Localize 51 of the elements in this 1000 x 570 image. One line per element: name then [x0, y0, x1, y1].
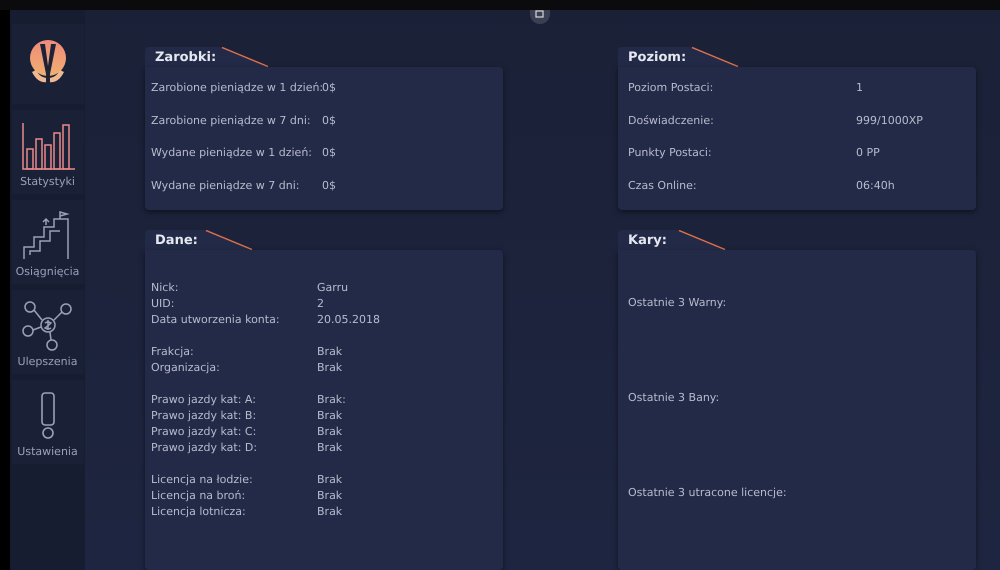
field-value: 0$	[322, 80, 336, 94]
field-label: Licencja na broń:	[151, 488, 246, 504]
field-value: Brak	[317, 488, 342, 504]
sidebar-item[interactable]: Statystyki	[12, 110, 84, 194]
panel-title: Kary:	[618, 230, 675, 250]
field-value: Brak	[317, 408, 342, 424]
panel-title: Poziom:	[618, 47, 688, 67]
field-value: 20.05.2018	[317, 312, 380, 328]
field-label: Poziom Postaci:	[628, 80, 714, 94]
field-value: Brak	[317, 472, 342, 488]
field-value: 0$	[322, 179, 336, 192]
field-label: Licencja na łodzie:	[151, 472, 254, 488]
field-value: 1	[856, 80, 863, 94]
field-value: 2	[317, 296, 324, 312]
field-value: 0$	[322, 146, 336, 160]
field-label: Prawo jazdy kat: A:	[151, 392, 257, 408]
field-label: Nick:	[151, 280, 180, 296]
section-label: Ostatnie 3 Bany:	[628, 391, 720, 404]
popout-icon[interactable]	[530, 10, 550, 24]
sidebar-item[interactable]: Ustawienia	[12, 380, 84, 464]
field-value: Brak	[317, 344, 342, 360]
field-label: Organizacja:	[151, 360, 221, 376]
field-value: Brak	[317, 440, 342, 456]
field-label: Prawo jazdy kat: B:	[151, 408, 258, 424]
field-value: 06:40h	[856, 179, 895, 192]
section-label: Ostatnie 3 Warny:	[628, 296, 728, 309]
field-label: Prawo jazdy kat: D:	[151, 440, 258, 456]
field-value: 0 PP	[856, 146, 880, 160]
field-value: 999/1000XP	[856, 114, 923, 127]
field-value: 0$	[322, 114, 336, 127]
sidebar-item[interactable]: Ulepszenia	[12, 290, 84, 374]
field-label: Prawo jazdy kat: C:	[151, 424, 258, 440]
panel-title: Zarobki:	[145, 47, 218, 67]
section-label: Ostatnie 3 utracone licencje:	[628, 486, 788, 499]
field-label: Wydane pieniądze w 1 dzień:	[151, 146, 313, 160]
field-label: Data utworzenia konta:	[151, 312, 281, 328]
field-label: Czas Online:	[628, 179, 698, 192]
field-value: Brak:	[317, 392, 346, 408]
field-value: Brak	[317, 424, 342, 440]
field-label: Zarobione pieniądze w 7 dni:	[151, 114, 312, 127]
field-value: Garru	[317, 280, 348, 296]
field-label: Frakcja:	[151, 344, 195, 360]
field-label: Licencja lotnicza:	[151, 504, 247, 520]
sidebar-item[interactable]: Osiągnięcia	[12, 200, 84, 284]
panel-title: Dane:	[145, 230, 202, 250]
field-label: UID:	[151, 296, 176, 312]
field-label: Punkty Postaci:	[628, 146, 713, 160]
field-value: Brak	[317, 504, 342, 520]
field-label: Wydane pieniądze w 7 dni:	[151, 179, 300, 192]
field-label: Doświadczenie:	[628, 114, 715, 127]
field-value: Brak	[317, 360, 342, 376]
